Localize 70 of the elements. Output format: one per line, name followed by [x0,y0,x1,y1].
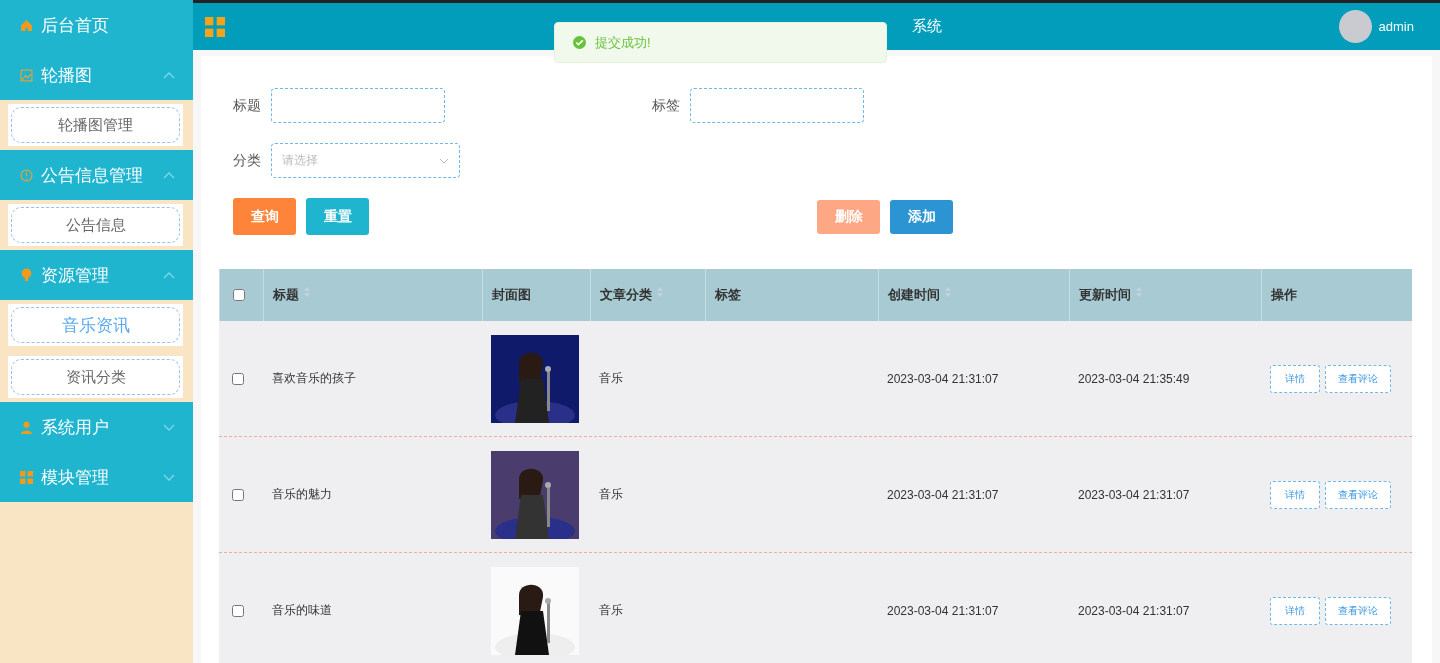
row-checkbox[interactable] [232,372,244,385]
table-cell-text: 2023-03-04 21:31:07 [886,602,1000,620]
sort-icon[interactable] [656,286,664,298]
table-cell-text: 音乐的魅力 [271,486,333,503]
chevron-icon [439,157,449,164]
row-action-button[interactable]: 详情 [1270,480,1320,509]
column-header: 更新时间 [1079,286,1131,304]
sort-icon[interactable] [303,286,311,298]
text-input[interactable] [690,88,864,123]
sort-icon[interactable] [944,286,952,298]
submenu-item[interactable]: 音乐资讯 [11,307,180,343]
table-cell-text: 2023-03-04 21:31:07 [1077,486,1191,504]
sidebar-menu-item[interactable]: 公告信息管理 [0,150,193,200]
row-checkbox[interactable] [232,604,244,617]
sidebar-menu-item[interactable]: 模块管理 [0,452,193,502]
toast-message: 提交成功! [595,33,651,52]
chevron-icon [163,271,175,279]
chevron-icon [163,423,175,431]
sidebar-menu-item[interactable]: 轮播图 [0,50,193,100]
row-action-button[interactable]: 查看评论 [1325,596,1391,625]
select-field[interactable]: 请选择 [271,143,460,178]
sidebar-menu-item[interactable]: 系统用户 [0,402,193,452]
check-icon [573,36,586,49]
row-action-button[interactable]: 详情 [1270,596,1320,625]
row-action-button[interactable]: 查看评论 [1325,364,1391,393]
column-header: 标签 [715,286,741,304]
table-cell-text: 喜欢音乐的孩子 [271,370,357,387]
bulb-icon [20,268,33,282]
submenu-item[interactable]: 轮播图管理 [11,107,180,143]
avatar[interactable] [1338,10,1372,43]
submenu-item[interactable]: 资讯分类 [11,359,180,395]
field-label: 标题 [233,96,262,115]
image-icon [20,68,33,82]
table-cell-text: 2023-03-04 21:31:07 [1077,602,1191,620]
submenu-item[interactable]: 公告信息 [11,207,180,243]
table-cell-text: 音乐 [598,486,624,503]
grid-icon [20,470,33,484]
chevron-icon [163,473,175,481]
page-title: 系统 [912,17,943,36]
table-cell-text: 音乐 [598,370,624,387]
action-button[interactable]: 重置 [306,198,369,235]
field-label: 分类 [233,151,262,170]
row-action-button[interactable]: 详情 [1270,364,1320,393]
column-header: 创建时间 [888,286,940,304]
table-cell-text: 2023-03-04 21:31:07 [886,486,1000,504]
text-input[interactable] [271,88,445,123]
chevron-icon [163,171,175,179]
column-header: 操作 [1271,286,1297,304]
home-icon [20,18,33,32]
table-cell-text: 2023-03-04 21:35:49 [1077,370,1191,388]
column-header: 标题 [273,286,299,304]
column-header: 封面图 [492,286,531,304]
row-checkbox[interactable] [232,488,244,501]
sidebar-menu-item[interactable]: 后台首页 [0,0,193,50]
action-button[interactable]: 添加 [890,199,953,234]
info-icon [20,168,33,182]
select-all-checkbox[interactable] [233,289,245,301]
table-cell-text: 音乐 [598,602,624,619]
table-cell-text: 音乐的味道 [271,602,333,619]
field-label: 标签 [652,96,681,115]
user-icon [20,420,33,434]
chevron-icon [163,71,175,79]
table-cell-text: 2023-03-04 21:31:07 [886,370,1000,388]
grid-icon[interactable] [205,16,225,37]
username[interactable]: admin [1378,19,1414,34]
column-header: 文章分类 [600,286,652,304]
action-button[interactable]: 查询 [233,198,296,235]
sort-icon[interactable] [1135,286,1143,298]
sidebar-menu-item[interactable]: 资源管理 [0,250,193,300]
row-action-button[interactable]: 查看评论 [1325,480,1391,509]
